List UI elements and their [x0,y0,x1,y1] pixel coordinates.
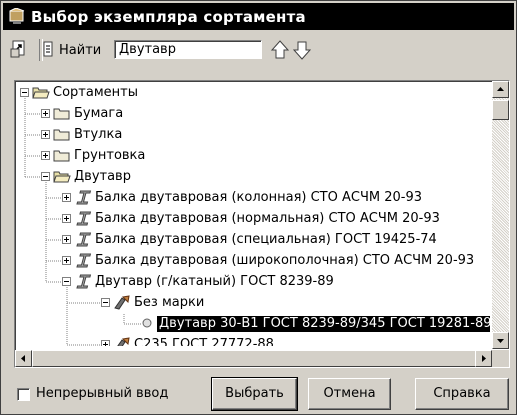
scroll-corner [492,350,509,367]
expand-icon[interactable] [62,235,71,244]
select-button[interactable]: Выбрать [211,377,298,411]
expand-icon[interactable] [62,193,71,202]
folder-open-icon [32,84,50,101]
scroll-right-button[interactable] [475,350,492,367]
window-title: Выбор экземпляра сортамента [31,7,306,26]
vertical-scroll-thumb[interactable] [492,100,509,120]
collapse-icon[interactable] [20,88,29,97]
find-input[interactable]: Двутавр [114,40,262,59]
profile-icon [74,252,92,269]
export-icon[interactable] [9,39,29,59]
folder-icon [53,147,71,164]
vertical-scrollbar[interactable] [492,81,509,349]
profile-icon [74,273,92,290]
arrow-down-icon[interactable] [292,39,312,61]
cancel-button[interactable]: Отмена [308,378,391,410]
expand-icon[interactable] [62,214,71,223]
profile-icon [74,210,92,227]
scroll-down-button[interactable] [492,332,509,349]
toolbar: Найти Двутавр [1,35,516,65]
folder-icon [53,126,71,143]
horizontal-scroll-thumb[interactable] [32,350,477,367]
horizontal-scrollbar[interactable] [15,350,492,367]
scroll-up-button[interactable] [492,81,509,98]
profile-icon [74,189,92,206]
continuous-input-checkbox[interactable] [17,388,30,401]
continuous-input-label[interactable]: Непрерывный ввод [36,386,168,401]
expand-icon[interactable] [62,256,71,265]
list-icon[interactable] [42,39,54,59]
tree-connector-icon [123,314,141,325]
expand-icon[interactable] [41,130,50,139]
material-icon [113,336,131,346]
tree-view[interactable]: Сортаменты Бумага Втулка Грунтовка Двута… [17,83,490,346]
folder-icon [53,105,71,122]
material-icon [113,294,131,311]
expand-icon[interactable] [41,109,50,118]
dialog-footer: Непрерывный ввод Выбрать Отмена Справка [1,371,516,414]
instance-icon [141,317,153,329]
collapse-icon[interactable] [62,277,71,286]
app-icon [8,7,26,26]
help-button[interactable]: Справка [415,378,509,410]
title-bar: Выбор экземпляра сортамента [3,3,514,30]
profile-icon [74,231,92,248]
arrow-up-icon[interactable] [270,39,290,61]
find-label: Найти [59,43,102,58]
tree-panel: Сортаменты Бумага Втулка Грунтовка Двута… [14,80,510,368]
expand-icon[interactable] [41,151,50,160]
expand-icon[interactable] [101,340,110,346]
collapse-icon[interactable] [101,298,110,307]
scroll-left-button[interactable] [15,350,32,367]
dialog-window: Выбор экземпляра сортамента Найти Двутав… [0,0,517,415]
folder-open-icon [53,168,71,185]
collapse-icon[interactable] [41,172,50,181]
